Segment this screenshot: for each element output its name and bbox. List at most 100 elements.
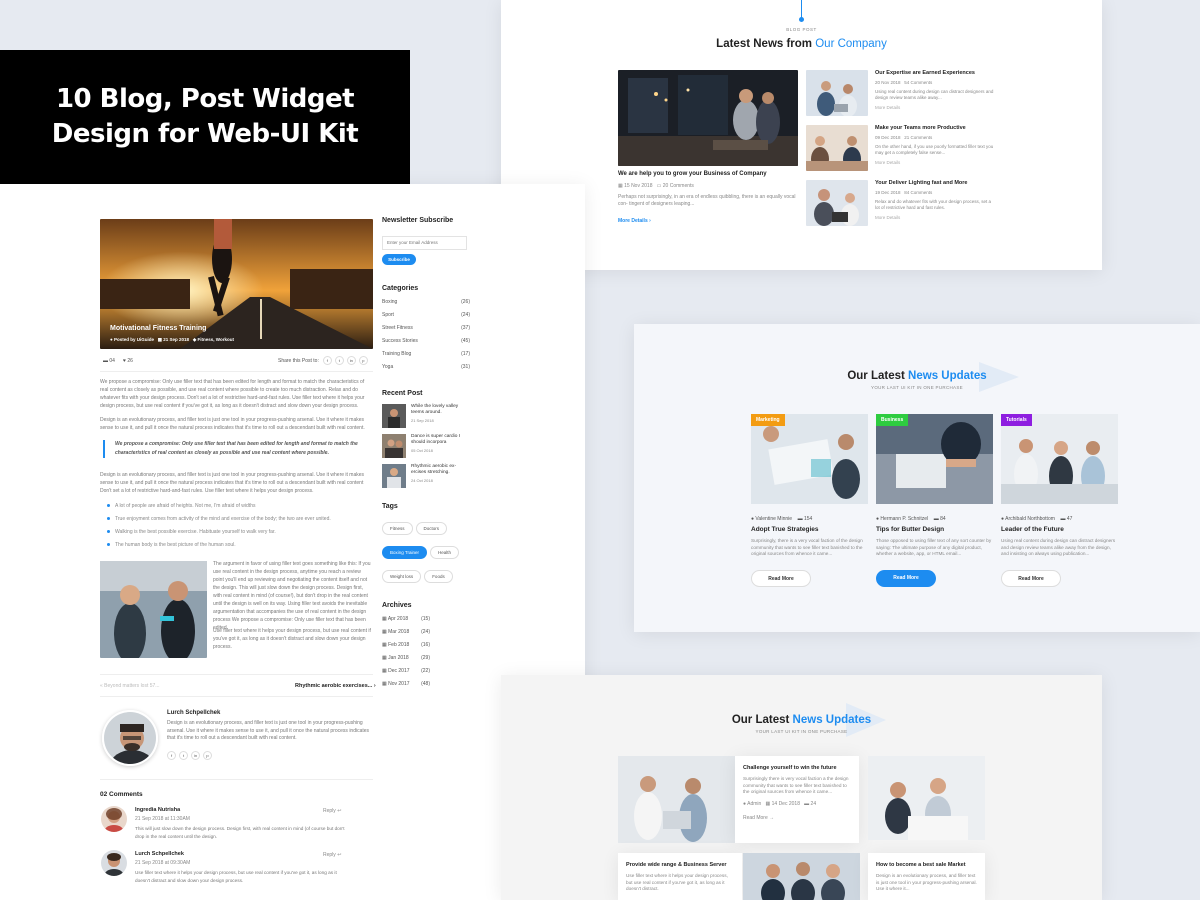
tag-item[interactable]: Doctors [415, 521, 448, 535]
side-article-meta: 19 Dec 2018 84 Comments [875, 190, 933, 195]
side-article-more[interactable]: More Details [875, 215, 996, 220]
main-article-image[interactable] [618, 70, 798, 166]
side-article-title[interactable]: Our Expertise are Earned Experiences [875, 70, 996, 76]
list-item: Walking is the best possible exercise. H… [107, 525, 372, 538]
pinterest-icon[interactable]: p [358, 356, 368, 365]
subscribe-button[interactable]: Subscribe [382, 253, 416, 265]
archive-item[interactable]: ▦ Apr 2018 (15) [382, 616, 470, 629]
prev-post-link[interactable]: « Beyond matters lost 57... [100, 683, 159, 689]
chevron-right-icon: › [373, 683, 376, 689]
facebook-icon[interactable]: f [167, 751, 176, 760]
read-more-button[interactable]: Read More [751, 569, 811, 587]
grid-card-title[interactable]: Challenge yourself to win the future [743, 765, 851, 771]
facebook-icon[interactable]: f [322, 356, 332, 365]
recent-item[interactable]: Dance is super cardio I should incorpora… [382, 433, 470, 458]
recent-item[interactable]: Rhythmic aerobic ex- ercises stretching.… [382, 463, 470, 488]
divider [100, 674, 373, 675]
grid-card[interactable]: Challenge yourself to win the future Sur… [735, 756, 859, 843]
category-item[interactable]: Training Blog (17) [382, 351, 470, 364]
main-article-more-link[interactable]: More Details › [618, 218, 651, 224]
grid-image-meeting [868, 756, 985, 840]
grid-card-title[interactable]: How to become a best sale Market [876, 862, 977, 868]
comment-reply-button[interactable]: Reply ↩ [323, 852, 341, 858]
next-post-link[interactable]: Rhythmic aerobic exercises... › [295, 683, 376, 689]
commenter-woman-avatar [101, 806, 127, 832]
news-card-title[interactable]: Adopt True Strategies [751, 526, 868, 533]
featured-image-meta: ● Posted by UiGuide ▦ 21 Sep 2018 ◆ Fitn… [110, 337, 234, 342]
archive-item[interactable]: ▦ Mar 2018 (24) [382, 629, 470, 642]
grid-card[interactable]: Provide wide range & Business Server Use… [618, 853, 742, 900]
category-item[interactable]: Success Stories (45) [382, 338, 470, 351]
category-item[interactable]: Street Fitness (37) [382, 325, 470, 338]
tag-item[interactable]: Weight loss [382, 569, 422, 583]
main-article-title[interactable]: We are help you to grow your Business of… [618, 171, 798, 177]
archive-item[interactable]: ▦ Nov 2017 (48) [382, 681, 470, 694]
panel3-title-accent: News Updates [792, 714, 872, 726]
newsletter-email-input[interactable] [382, 235, 467, 250]
read-more-button[interactable]: Read More [1001, 569, 1061, 587]
side-article-more[interactable]: More Details [875, 105, 996, 110]
news-card-title[interactable]: Leader of the Future [1001, 526, 1118, 533]
grid-image-group [743, 853, 860, 900]
category-item[interactable]: Sport (24) [382, 312, 470, 325]
side-article[interactable]: Our Expertise are Earned Experiences 20 … [806, 70, 996, 118]
side-article-excerpt: Using real content during design can dis… [875, 89, 994, 100]
news-card-image [751, 414, 868, 504]
side-article[interactable]: Make your Teams more Productive 09 Dec 2… [806, 125, 996, 173]
grid-card-read-more[interactable]: Read More → [743, 815, 851, 821]
side-article[interactable]: Your Deliver Lighting fast and More 19 D… [806, 180, 996, 228]
linkedin-icon[interactable]: in [346, 356, 356, 365]
category-item[interactable]: Boxing (26) [382, 299, 470, 312]
twitter-icon[interactable]: t [179, 751, 188, 760]
tag-item-active[interactable]: Boxing Trainer [382, 545, 428, 559]
panel2-subtitle: YOUR LAST UI KIT IN ONE PURCHASE [871, 385, 963, 390]
side-article-excerpt: On the other hand, if you use poorly for… [875, 144, 994, 155]
hero-title-box: 10 Blog, Post Widget Design for Web-UI K… [0, 50, 410, 184]
panel3-title-plain: Our Latest [731, 714, 793, 726]
news-card-image [1001, 414, 1118, 504]
news-card[interactable]: Business ● Hermann P. Schnitzel ▬ 84 Tip… [876, 414, 993, 587]
side-article-more[interactable]: More Details [875, 160, 996, 165]
recent-item[interactable]: While the lovely valley teems around. 21 … [382, 403, 470, 428]
archive-item[interactable]: ▦ Jan 2018 (29) [382, 655, 470, 668]
tags-list: Fitness Doctors Boxing Trainer Health Weig… [382, 517, 470, 589]
news-card-title[interactable]: Tips for Butter Design [876, 526, 993, 533]
category-badge[interactable]: Tutorials [1001, 414, 1032, 426]
bullet-dot [107, 504, 110, 507]
pinterest-icon[interactable]: p [203, 751, 212, 760]
comments-count[interactable]: ▬ 04 [103, 358, 115, 364]
tag-item[interactable]: Fitness [382, 521, 413, 535]
archive-item[interactable]: ▦ Feb 2018 (16) [382, 642, 470, 655]
author-portrait [104, 712, 156, 764]
linkedin-icon[interactable]: in [191, 751, 200, 760]
side-article-title[interactable]: Your Deliver Lighting fast and More [875, 180, 996, 186]
twitter-icon[interactable]: t [334, 356, 344, 365]
side-article-excerpt: Relax and do whatever fits with your des… [875, 199, 992, 210]
grid-card-text: Design is an evolutionary process, and f… [876, 873, 977, 891]
tag-item[interactable]: Foods [424, 569, 453, 583]
share-label: Share this Post to: [278, 357, 319, 364]
meeting-photo [806, 125, 868, 171]
likes-count[interactable]: ♥ 26 [123, 358, 133, 364]
inline-post-image [100, 561, 207, 658]
reply-icon: ↩ [337, 808, 342, 814]
category-badge[interactable]: Marketing [751, 414, 785, 426]
commenter-man-avatar [101, 850, 127, 876]
news-card[interactable]: Marketing ● Valentine Minnie ▬ 154 Adopt… [751, 414, 868, 587]
category-badge[interactable]: Business [876, 414, 909, 426]
comment-reply-button[interactable]: Reply ↩ [323, 808, 341, 814]
archive-item[interactable]: ▦ Dec 2017 (22) [382, 668, 470, 681]
kicker-label: BLOG POST [786, 27, 817, 32]
grid-card-title[interactable]: Provide wide range & Business Server [626, 862, 734, 868]
read-more-button[interactable]: Read More [876, 569, 936, 587]
news-card[interactable]: Tutorials ● Archibald Northbottom ▬ 47 L… [1001, 414, 1118, 587]
bullet-dot [107, 530, 110, 533]
category-item[interactable]: Yoga (31) [382, 364, 470, 377]
featured-image: Motivational Fitness Training ● Posted b… [100, 219, 373, 349]
tag-item[interactable]: Health [430, 545, 460, 559]
side-article-list: Our Expertise are Earned Experiences 20 … [806, 70, 996, 235]
grid-card[interactable]: How to become a best sale Market Design … [868, 853, 985, 900]
side-article-image [806, 125, 868, 171]
side-article-title[interactable]: Make your Teams more Productive [875, 125, 996, 131]
post-stats: ▬ 04 ♥ 26 [103, 358, 133, 364]
